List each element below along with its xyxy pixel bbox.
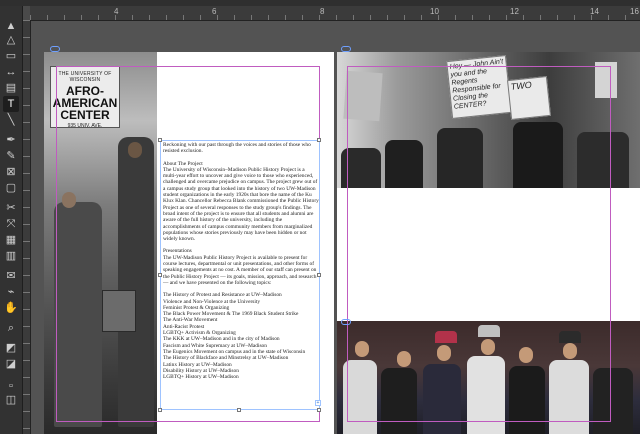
- frame-handle-br[interactable]: [317, 408, 321, 412]
- frame-handle-bl[interactable]: [158, 408, 162, 412]
- zoom-tool-icon[interactable]: ⌕: [3, 320, 19, 336]
- vertical-ruler[interactable]: [22, 20, 31, 434]
- ruler-tick-label: 14: [590, 7, 599, 16]
- default-fill-stroke-icon[interactable]: ◩: [3, 340, 19, 356]
- right-page-margin-guide: [347, 66, 611, 422]
- ruler-tick-label: 6: [212, 7, 217, 16]
- text-frame-selection[interactable]: [160, 140, 320, 410]
- gradient-feather-tool-icon[interactable]: ▥: [3, 248, 19, 264]
- line-tool-icon[interactable]: ╲: [3, 112, 19, 128]
- fill-stroke-swatch-icon[interactable]: ◪: [3, 356, 19, 372]
- right-page[interactable]: Hey — John Ain't you and the Regents Res…: [337, 52, 640, 434]
- hand-tool-icon[interactable]: ✋: [3, 300, 19, 316]
- gap-tool-icon[interactable]: ↔: [3, 64, 19, 80]
- frame-handle-bm[interactable]: [237, 408, 241, 412]
- frame-handle-mr[interactable]: [317, 273, 321, 277]
- ruler-tick-label: 4: [114, 7, 119, 16]
- pen-tool-icon[interactable]: ✒: [3, 132, 19, 148]
- scissors-tool-icon[interactable]: ✂: [3, 200, 19, 216]
- gradient-swatch-tool-icon[interactable]: ▦: [3, 232, 19, 248]
- frame-handle-ml[interactable]: [158, 273, 162, 277]
- ruler-tick-label: 16: [630, 7, 639, 16]
- note-tool-icon[interactable]: ✉: [3, 268, 19, 284]
- ruler-tick-label: 12: [510, 7, 519, 16]
- linked-image-badge-icon[interactable]: [341, 46, 351, 52]
- linked-image-badge-icon[interactable]: [341, 319, 351, 325]
- horizontal-ruler[interactable]: 4 6 8 10 12 14 16: [30, 6, 640, 21]
- tools-panel: ▲ △ ▭ ↔ ▤ T ╲ ✒ ✎ ⊠ ▢ ✂ ⤧ ▦ ▥ ✉ ⌁ ✋ ⌕ ◩ ◪ ▫ ◫: [0, 6, 23, 434]
- free-transform-tool-icon[interactable]: ⤧: [3, 216, 19, 232]
- rectangle-tool-icon[interactable]: ▢: [3, 180, 19, 196]
- ruler-tick-label: 8: [320, 7, 325, 16]
- eyedropper-tool-icon[interactable]: ⌁: [3, 284, 19, 300]
- ruler-tick-label: 10: [430, 7, 439, 16]
- type-tool-icon[interactable]: T: [3, 96, 19, 112]
- linked-image-badge-icon[interactable]: [50, 46, 60, 52]
- overset-port-icon[interactable]: +: [315, 400, 321, 406]
- frame-handle-tl[interactable]: [158, 138, 162, 142]
- rectangle-frame-tool-icon[interactable]: ⊠: [3, 164, 19, 180]
- content-collector-icon[interactable]: ▤: [3, 80, 19, 96]
- direct-selection-tool-icon[interactable]: △: [3, 32, 19, 48]
- apply-color-icon[interactable]: ◫: [3, 392, 19, 408]
- pencil-tool-icon[interactable]: ✎: [3, 148, 19, 164]
- frame-handle-tr[interactable]: [317, 138, 321, 142]
- page-tool-icon[interactable]: ▭: [3, 48, 19, 64]
